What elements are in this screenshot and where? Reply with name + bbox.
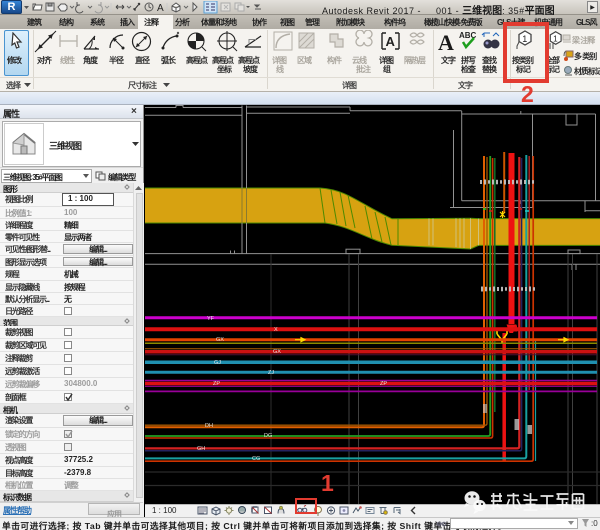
svg-text:ZJ: ZJ <box>268 370 274 376</box>
svg-text:GX: GX <box>273 349 281 355</box>
svg-text:1: 1 <box>553 35 558 44</box>
svg-text:GH: GH <box>197 446 205 452</box>
svg-text:X: X <box>274 327 278 333</box>
svg-text:GJ: GJ <box>214 360 221 366</box>
svg-text:DG: DG <box>264 433 272 439</box>
svg-text:DH: DH <box>205 423 213 429</box>
svg-text:ZP: ZP <box>380 381 387 387</box>
svg-text:A: A <box>157 3 164 14</box>
svg-text:A: A <box>386 34 396 49</box>
svg-text:YF: YF <box>207 316 215 322</box>
svg-text:GX: GX <box>216 337 224 343</box>
svg-text:CG: CG <box>252 456 260 462</box>
svg-text:ZP: ZP <box>213 381 220 387</box>
